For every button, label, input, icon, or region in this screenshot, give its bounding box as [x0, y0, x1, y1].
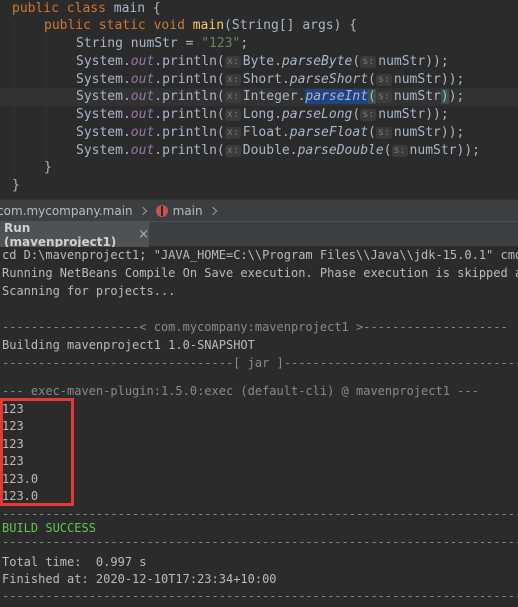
parameter-hint: s:: [360, 56, 377, 68]
code-line: public class main {: [12, 1, 161, 16]
code-line: System.out.println(x: Long.parseLong(s: nu…: [76, 107, 449, 122]
output-line: Total time: 0.997 s: [2, 555, 147, 569]
code-line: System.out.println(x: Float.parseFloat(s:…: [76, 125, 465, 140]
tab-label: Run (mavenproject1): [4, 220, 117, 249]
parameter-hint: x:: [224, 127, 241, 139]
parameter-hint: s:: [375, 91, 392, 103]
close-icon[interactable]: ×: [138, 227, 149, 242]
method-icon: [155, 204, 168, 217]
breadcrumb-method-label: main: [172, 203, 203, 218]
parameter-hint: x:: [224, 56, 241, 68]
indent-guide: [14, 22, 15, 190]
breadcrumb-item-package[interactable]: com.mycompany.main: [0, 200, 133, 222]
code-line: System.out.println(x: Byte.parseByte(s: nu…: [76, 54, 449, 69]
chevron-right-icon: [208, 206, 217, 215]
parameter-hint: x:: [224, 145, 241, 157]
parameter-hint: s:: [375, 127, 392, 139]
highlight-box: [0, 398, 74, 506]
chevron-right-icon: [138, 206, 147, 215]
output-line: ----------------------------------------…: [2, 589, 518, 603]
parameter-hint: x:: [224, 91, 241, 103]
breadcrumb-package-label: com.mycompany.main: [0, 203, 133, 218]
output-console[interactable]: cd D:\mavenproject1; "JAVA_HOME=C:\\Prog…: [0, 247, 518, 607]
output-line: Running NetBeans Compile On Save executi…: [2, 266, 518, 280]
parameter-hint: s:: [375, 74, 392, 86]
code-line: }: [12, 178, 20, 193]
code-line: }: [44, 160, 52, 175]
output-line: -------------------< com.mycompany:maven…: [2, 320, 508, 334]
tab-run-output[interactable]: Run (mavenproject1) ×: [0, 220, 149, 249]
code-line: System.out.println(x: Double.parseDouble(…: [76, 143, 480, 158]
code-line: String numStr = "123";: [76, 36, 249, 51]
output-line: Finished at: 2020-12-10T17:23:34+10:00: [2, 572, 277, 586]
parameter-hint: s:: [391, 145, 408, 157]
parameter-hint: x:: [224, 74, 241, 86]
breadcrumb: com.mycompany.main main: [0, 199, 518, 221]
output-line: Scanning for projects...: [2, 284, 176, 298]
code-editor[interactable]: public class main { public static void m…: [0, 0, 518, 199]
parameter-hint: x:: [224, 109, 241, 121]
code-line: System.out.println(x: Short.parseShort(s:…: [76, 72, 465, 87]
output-line: Building mavenproject1 1.0-SNAPSHOT: [2, 338, 255, 352]
output-line: --------------------------------[ jar ]-…: [2, 356, 518, 370]
code-line: public static void main(String[] args) {: [44, 18, 358, 33]
output-line: cd D:\mavenproject1; "JAVA_HOME=C:\\Prog…: [2, 248, 518, 262]
parameter-hint: s:: [360, 109, 377, 121]
code-line-current: System.out.println(x: Integer.parseInt(s:…: [0, 88, 518, 106]
output-line: ----------------------------------------…: [2, 535, 518, 549]
selected-text: parseInt: [305, 89, 369, 104]
breadcrumb-item-method[interactable]: main: [155, 200, 203, 222]
output-tab-bar: Run (mavenproject1) ×: [0, 220, 518, 249]
